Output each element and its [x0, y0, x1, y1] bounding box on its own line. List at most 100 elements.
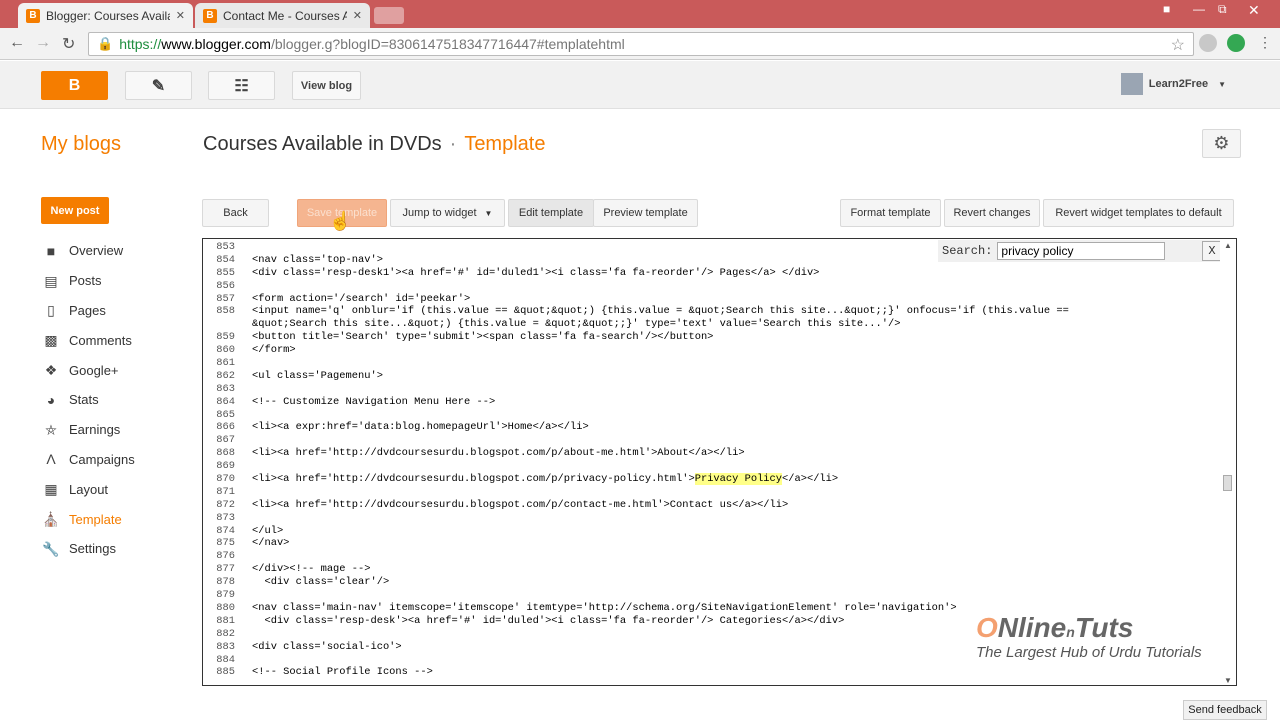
code-line[interactable]: 879 — [203, 589, 1218, 602]
blogger-logo-button[interactable]: B — [41, 71, 108, 100]
sidebar-item-posts[interactable]: ▤ Posts — [41, 266, 191, 296]
close-search-button[interactable]: X — [1202, 241, 1222, 261]
scroll-up-icon[interactable]: ▲ — [1224, 241, 1232, 250]
edit-template-button[interactable]: Edit template — [508, 199, 594, 227]
code-line[interactable]: 871 — [203, 486, 1218, 499]
code-line[interactable]: 867 — [203, 434, 1218, 447]
code-line[interactable]: 883 <div class='social-ico'> — [203, 641, 1218, 654]
code-line[interactable]: 882 — [203, 628, 1218, 641]
reload-icon[interactable]: ↻ — [62, 34, 75, 54]
view-blog-button[interactable]: View blog — [292, 71, 361, 100]
code-line[interactable]: 869 — [203, 460, 1218, 473]
code-line[interactable]: 876 — [203, 550, 1218, 563]
sidebar-item-overview[interactable]: ■ Overview — [41, 236, 191, 266]
jump-to-widget-dropdown[interactable]: Jump to widget ▼ — [390, 199, 505, 227]
line-number: 864 — [216, 395, 235, 408]
template-icon: ⛪ — [42, 511, 60, 528]
sidebar-item-settings[interactable]: 🔧 Settings — [41, 534, 191, 564]
line-number: 865 — [216, 408, 235, 421]
template-code-editor[interactable]: 853 854 <nav class='top-nav'> 855 <div class… — [202, 238, 1237, 686]
chrome-menu-icon[interactable]: ⋮ — [1258, 34, 1272, 51]
code-line[interactable]: 855 <div class='resp-desk1'><a href='#' i… — [203, 267, 1218, 280]
code-line[interactable]: 864 <!-- Customize Navigation Menu Here -… — [203, 396, 1218, 409]
code-line[interactable]: 861 — [203, 357, 1218, 370]
code-line[interactable]: 874 </ul> — [203, 525, 1218, 538]
browser-tab-blogger[interactable]: B Blogger: Courses Availabl ✕ — [18, 3, 193, 28]
code-line[interactable]: 859 <button title='Search' type='submit'>… — [203, 331, 1218, 344]
code-text: <input name='q' onblur='if (this.value =… — [252, 305, 1069, 318]
sidebar-item-google-plus[interactable]: ❖ Google+ — [41, 355, 191, 385]
code-line[interactable]: 863 — [203, 383, 1218, 396]
sidebar-item-pages[interactable]: ▯ Pages — [41, 296, 191, 326]
google-extension-icon[interactable] — [1227, 34, 1245, 52]
code-line[interactable]: 870 <li><a href='http://dvdcoursesurdu.bl… — [203, 473, 1218, 486]
code-line[interactable]: 875 </nav> — [203, 537, 1218, 550]
code-line[interactable]: 868 <li><a href='http://dvdcoursesurdu.bl… — [203, 447, 1218, 460]
settings-gear-button[interactable]: ⚙ — [1202, 129, 1241, 158]
revert-widget-templates-button[interactable]: Revert widget templates to default — [1043, 199, 1234, 227]
code-line[interactable]: 873 — [203, 512, 1218, 525]
code-line[interactable]: 881 <div class='resp-desk'><a href='#' i… — [203, 615, 1218, 628]
minimize-icon[interactable]: — — [1193, 2, 1205, 16]
maximize-icon[interactable]: ⧉ — [1218, 2, 1227, 17]
shield-extension-icon[interactable] — [1199, 34, 1217, 52]
code-line[interactable]: 878 <div class='clear'/> — [203, 576, 1218, 589]
code-line[interactable]: 885 <!-- Social Profile Icons --> — [203, 666, 1218, 679]
user-menu[interactable]: Learn2Free ▼ — [1120, 73, 1226, 95]
new-post-pencil-button[interactable]: ✎ — [125, 71, 192, 100]
code-line[interactable]: 858 <input name='q' onblur='if (this.valu… — [203, 305, 1218, 318]
sidebar-item-layout[interactable]: ▦ Layout — [41, 474, 191, 504]
close-window-icon[interactable]: ✕ — [1248, 2, 1260, 19]
forward-arrow-icon[interactable]: → — [35, 34, 51, 52]
code-line[interactable]: 857 <form action='/search' id='peekar'> — [203, 293, 1218, 306]
user-profile-icon[interactable]: ■ — [1163, 2, 1170, 16]
sidebar-item-label: Comments — [69, 332, 132, 348]
code-line[interactable]: 877 </div><!-- mage --> — [203, 563, 1218, 576]
my-blogs-link[interactable]: My blogs — [41, 133, 121, 156]
address-bar[interactable]: 🔒 https:// www.blogger.com /blogger.g?bl… — [88, 32, 1194, 56]
revert-changes-button[interactable]: Revert changes — [944, 199, 1040, 227]
code-line[interactable]: 866 <li><a expr:href='data:blog.homepageU… — [203, 421, 1218, 434]
editor-scrollbar[interactable]: ▲ ▼ — [1220, 239, 1236, 685]
preview-template-button[interactable]: Preview template — [593, 199, 698, 227]
search-input[interactable] — [997, 242, 1166, 260]
code-line[interactable]: 865 — [203, 409, 1218, 422]
code-line[interactable]: 856 — [203, 280, 1218, 293]
bookmark-star-icon[interactable]: ☆ — [1171, 35, 1185, 55]
code-line[interactable]: &quot;Search this site...&quot;) {this.v… — [203, 318, 1218, 331]
new-tab-button[interactable] — [374, 7, 404, 24]
sidebar-item-label: Earnings — [69, 422, 121, 438]
back-arrow-icon[interactable]: ← — [9, 34, 25, 52]
close-tab-icon[interactable]: ✕ — [353, 9, 362, 22]
send-feedback-button[interactable]: Send feedback — [1183, 700, 1267, 720]
sidebar-item-earnings[interactable]: ⛤ Earnings — [41, 415, 191, 445]
scroll-down-icon[interactable]: ▼ — [1224, 676, 1232, 685]
sidebar-item-label: Google+ — [69, 362, 119, 378]
format-template-button[interactable]: Format template — [840, 199, 941, 227]
scrollbar-thumb[interactable] — [1223, 475, 1232, 491]
url-scheme: https:// — [119, 36, 162, 52]
sidebar-item-stats[interactable]: ◕ Stats — [41, 385, 191, 415]
code-line[interactable]: 860 </form> — [203, 344, 1218, 357]
close-tab-icon[interactable]: ✕ — [176, 9, 185, 22]
browser-toolbar: ← → ↻ 🔒 https:// www.blogger.com /blogge… — [0, 28, 1280, 60]
blogger-logo-icon: B — [68, 76, 81, 94]
breadcrumb-separator: · — [449, 133, 457, 155]
new-post-button[interactable]: New post — [41, 197, 109, 224]
back-button[interactable]: Back — [202, 199, 269, 227]
line-number: 862 — [216, 369, 235, 382]
code-line[interactable]: 880 <nav class='main-nav' itemscope='item… — [203, 602, 1218, 615]
sidebar-item-template[interactable]: ⛪ Template — [41, 504, 191, 534]
line-number: 884 — [216, 653, 235, 666]
blog-name[interactable]: Courses Available in DVDs — [203, 133, 442, 155]
sidebar-item-comments[interactable]: ▩ Comments — [41, 325, 191, 355]
code-line[interactable]: 862 <ul class='Pagemenu'> — [203, 370, 1218, 383]
code-line[interactable]: 872 <li><a href='http://dvdcoursesurdu.bl… — [203, 499, 1218, 512]
code-line[interactable]: 884 — [203, 654, 1218, 667]
sidebar-item-label: Stats — [69, 392, 99, 408]
browser-tab-contact[interactable]: B Contact Me - Courses Ava ✕ — [195, 3, 370, 28]
posts-list-button[interactable]: ☷ — [208, 71, 275, 100]
sidebar-item-campaigns[interactable]: Λ Campaigns — [41, 445, 191, 475]
